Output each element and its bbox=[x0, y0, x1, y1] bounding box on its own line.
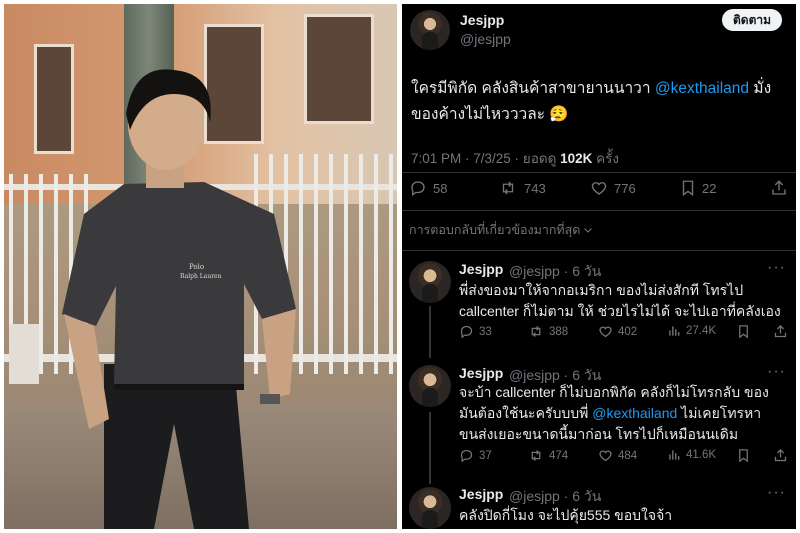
repost-count[interactable]: 388 bbox=[528, 324, 568, 339]
view-count[interactable]: 41.6K bbox=[667, 448, 716, 462]
reply-text: พี่ส่งของมาให้จากอเมริกา ของไม่ส่งสักที … bbox=[459, 282, 781, 319]
reply-count[interactable]: 37 bbox=[459, 448, 492, 463]
repost-icon bbox=[531, 326, 541, 337]
reply-sort-dropdown[interactable]: การตอบกลับที่เกี่ยวข้องมากที่สุด bbox=[409, 220, 594, 240]
user-handle[interactable]: @jesjpp bbox=[460, 31, 511, 47]
svg-text:Ralph Lauren: Ralph Lauren bbox=[180, 273, 222, 280]
repost-action[interactable]: 743 bbox=[498, 179, 546, 197]
divider bbox=[402, 210, 796, 211]
divider bbox=[402, 250, 796, 251]
divider bbox=[402, 172, 796, 173]
share-button[interactable] bbox=[773, 448, 788, 463]
bookmark-action[interactable]: 22 bbox=[680, 179, 716, 197]
share-action[interactable] bbox=[770, 179, 788, 197]
avatar[interactable] bbox=[409, 261, 451, 303]
reply-count[interactable]: 33 bbox=[459, 324, 492, 339]
reply-display-name[interactable]: Jesjpp bbox=[459, 365, 503, 381]
repost-icon bbox=[531, 450, 541, 461]
share-icon bbox=[774, 324, 787, 338]
person-figure: Polo Ralph Lauren bbox=[62, 69, 296, 529]
reply-text: คลังปิดกี่โมง จะไปคุ้ย555 ขอบใจจ้า bbox=[459, 507, 673, 523]
profile-photo: Polo Ralph Lauren bbox=[4, 4, 397, 529]
display-name[interactable]: Jesjpp bbox=[460, 12, 504, 28]
mention-link[interactable]: @kexthailand bbox=[592, 405, 677, 421]
tweet-timestamp: 7:01 PM · 7/3/25 · ยอดดู 102K ครั้ง bbox=[411, 151, 620, 166]
analytics-icon bbox=[669, 326, 680, 336]
building-window bbox=[304, 14, 374, 124]
repost-icon bbox=[502, 181, 514, 195]
avatar[interactable] bbox=[409, 487, 451, 529]
tweet-text: ใครมีพิกัด คลังสินค้าสาขายานนาวา @kextha… bbox=[411, 80, 772, 123]
bookmark-button[interactable] bbox=[737, 448, 750, 463]
like-action[interactable]: 776 bbox=[590, 179, 636, 197]
thread-line bbox=[429, 412, 431, 484]
avatar[interactable] bbox=[410, 10, 450, 50]
chevron-down-icon bbox=[584, 228, 593, 233]
more-icon[interactable]: ··· bbox=[767, 484, 786, 502]
reply-action[interactable]: 58 bbox=[409, 179, 447, 197]
bookmark-icon bbox=[739, 449, 748, 463]
repost-count[interactable]: 474 bbox=[528, 448, 568, 463]
reply-display-name[interactable]: Jesjpp bbox=[459, 486, 503, 502]
like-count[interactable]: 402 bbox=[598, 324, 637, 339]
bookmark-icon bbox=[682, 180, 694, 197]
bookmark-button[interactable] bbox=[737, 324, 750, 339]
reply-icon bbox=[460, 325, 473, 339]
follow-button[interactable]: ติดตาม bbox=[722, 9, 782, 31]
avatar[interactable] bbox=[409, 365, 451, 407]
tweet-screenshot: Jesjpp @jesjpp ติดตาม ใครมีพิกัด คลังสิน… bbox=[402, 4, 796, 529]
share-button[interactable] bbox=[773, 324, 788, 339]
share-icon bbox=[774, 448, 787, 462]
reply-text: จะบ้า callcenter ก็ไม่บอกพิกัด คลังก็ไม่… bbox=[459, 384, 769, 442]
reply-icon bbox=[411, 181, 425, 197]
heart-icon bbox=[599, 326, 612, 338]
reply-display-name[interactable]: Jesjpp bbox=[459, 261, 503, 277]
share-icon bbox=[772, 180, 786, 195]
like-count[interactable]: 484 bbox=[598, 448, 637, 463]
more-icon[interactable]: ··· bbox=[767, 259, 786, 277]
analytics-icon bbox=[669, 450, 680, 460]
view-count[interactable]: 27.4K bbox=[667, 324, 716, 338]
bookmark-icon bbox=[739, 325, 748, 339]
thread-line bbox=[429, 306, 431, 358]
svg-text:Polo: Polo bbox=[189, 263, 204, 271]
more-icon[interactable]: ··· bbox=[767, 363, 786, 381]
heart-icon bbox=[591, 182, 607, 195]
reply-icon bbox=[460, 449, 473, 463]
mention-link[interactable]: @kexthailand bbox=[655, 80, 749, 97]
view-count: 102K bbox=[560, 151, 593, 166]
heart-icon bbox=[599, 450, 612, 462]
